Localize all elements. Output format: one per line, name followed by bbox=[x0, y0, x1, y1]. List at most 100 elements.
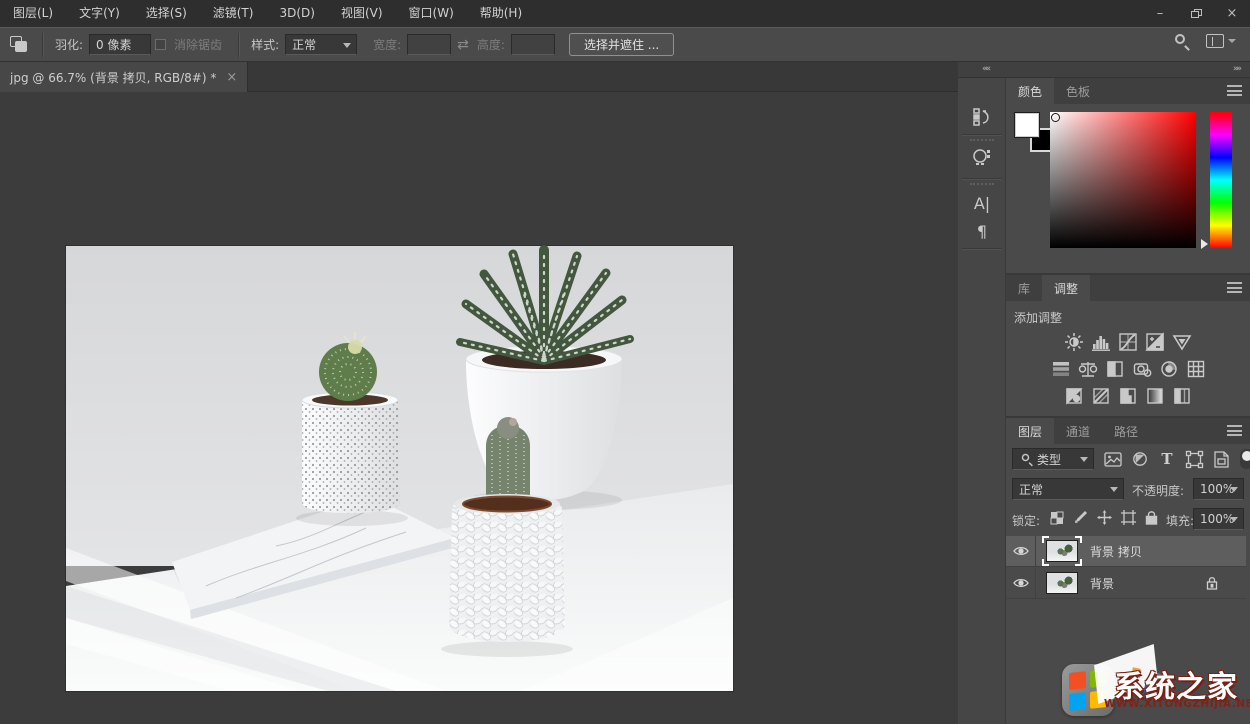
foreground-background-swatches[interactable] bbox=[1014, 112, 1054, 152]
menu-bar: 图层(L) 文字(Y) 选择(S) 滤镜(T) 3D(D) 视图(V) 窗口(W… bbox=[0, 0, 535, 27]
collapse-dock-icon[interactable]: «« bbox=[982, 64, 989, 74]
layer-thumbnail[interactable] bbox=[1044, 571, 1080, 595]
width-input[interactable] bbox=[407, 34, 451, 55]
hue-slider-marker[interactable] bbox=[1201, 239, 1208, 249]
menu-filter[interactable]: 滤镜(T) bbox=[200, 0, 267, 27]
layer-row-background-copy[interactable]: 背景 拷贝 bbox=[1006, 536, 1246, 567]
brightness-contrast-icon[interactable] bbox=[1063, 331, 1085, 353]
color-balance-icon[interactable] bbox=[1077, 358, 1099, 380]
posterize-icon[interactable] bbox=[1090, 385, 1112, 407]
divider bbox=[42, 33, 43, 57]
menu-view[interactable]: 视图(V) bbox=[328, 0, 396, 27]
tab-channels[interactable]: 通道 bbox=[1054, 418, 1102, 444]
layer-thumbnail[interactable] bbox=[1044, 539, 1080, 563]
history-panel-icon[interactable] bbox=[958, 102, 1006, 132]
expand-dock-icon[interactable]: »» bbox=[1233, 64, 1240, 74]
lock-transparent-icon[interactable] bbox=[1050, 511, 1064, 528]
shape-layer-filter-icon[interactable] bbox=[1183, 448, 1205, 470]
tab-paths[interactable]: 路径 bbox=[1102, 418, 1150, 444]
menu-3d[interactable]: 3D(D) bbox=[266, 0, 327, 27]
antialias-checkbox[interactable] bbox=[155, 39, 166, 50]
marquee-tool-preset-icon[interactable] bbox=[10, 36, 32, 54]
layer-filter-toggle[interactable] bbox=[1240, 449, 1250, 469]
close-icon[interactable]: × bbox=[226, 70, 237, 85]
height-input[interactable] bbox=[511, 34, 555, 55]
adjustment-layer-filter-icon[interactable] bbox=[1129, 448, 1151, 470]
lock-artboard-icon[interactable] bbox=[1121, 510, 1136, 528]
tab-libraries[interactable]: 库 bbox=[1006, 275, 1042, 301]
saturation-brightness-field[interactable] bbox=[1050, 112, 1196, 248]
menu-window[interactable]: 窗口(W) bbox=[396, 0, 467, 27]
chevron-down-icon bbox=[1080, 457, 1088, 462]
layer-name[interactable]: 背景 拷贝 bbox=[1090, 543, 1142, 560]
color-panel-tabs: 颜色 色板 bbox=[1006, 78, 1250, 104]
style-dropdown[interactable]: 正常 bbox=[285, 34, 357, 55]
hue-slider[interactable] bbox=[1210, 112, 1232, 248]
exposure-icon[interactable] bbox=[1144, 331, 1166, 353]
layer-filter-kind-dropdown[interactable]: 类型 bbox=[1012, 448, 1094, 470]
tab-layers[interactable]: 图层 bbox=[1006, 418, 1054, 444]
layer-name[interactable]: 背景 bbox=[1090, 575, 1114, 592]
panel-grip[interactable] bbox=[970, 183, 994, 185]
selective-color-icon[interactable] bbox=[1171, 385, 1193, 407]
minimize-icon[interactable]: – bbox=[1142, 0, 1178, 27]
panel-menu-icon[interactable] bbox=[1227, 425, 1242, 436]
document-tab-strip: jpg @ 66.7% (背景 拷贝, RGB/8#) * × bbox=[0, 62, 958, 92]
glyphs-panel-icon[interactable] bbox=[958, 142, 1006, 172]
photo-filter-icon[interactable] bbox=[1131, 358, 1153, 380]
document-tab[interactable]: jpg @ 66.7% (背景 拷贝, RGB/8#) * × bbox=[0, 62, 248, 92]
title-bar: 图层(L) 文字(Y) 选择(S) 滤镜(T) 3D(D) 视图(V) 窗口(W… bbox=[0, 0, 1250, 27]
lock-pixels-icon[interactable] bbox=[1073, 510, 1088, 528]
channel-mixer-icon[interactable] bbox=[1158, 358, 1180, 380]
lock-all-icon[interactable] bbox=[1145, 510, 1158, 528]
menu-layer[interactable]: 图层(L) bbox=[0, 0, 66, 27]
canvas-photo[interactable] bbox=[66, 246, 733, 691]
curves-icon[interactable] bbox=[1117, 331, 1139, 353]
gradient-map-icon[interactable] bbox=[1144, 385, 1166, 407]
panel-menu-icon[interactable] bbox=[1227, 282, 1242, 293]
fill-value[interactable]: 100% bbox=[1193, 508, 1244, 530]
lock-position-icon[interactable] bbox=[1097, 510, 1112, 528]
restore-icon[interactable] bbox=[1178, 0, 1214, 27]
feather-input[interactable]: 0 像素 bbox=[89, 34, 151, 55]
black-white-icon[interactable] bbox=[1104, 358, 1126, 380]
panel-menu-icon[interactable] bbox=[1227, 85, 1242, 96]
workspace-switcher[interactable] bbox=[1206, 34, 1236, 48]
opacity-value[interactable]: 100% bbox=[1193, 478, 1244, 500]
fill-label: 填充: bbox=[1166, 512, 1194, 529]
vibrance-icon[interactable] bbox=[1171, 331, 1193, 353]
swap-width-height-icon[interactable]: ⇄ bbox=[457, 37, 469, 53]
visibility-eye-icon[interactable] bbox=[1006, 568, 1036, 599]
menu-select[interactable]: 选择(S) bbox=[133, 0, 200, 27]
menu-help[interactable]: 帮助(H) bbox=[467, 0, 535, 27]
threshold-icon[interactable] bbox=[1117, 385, 1139, 407]
collapsed-panel-strip: A| ¶ bbox=[958, 78, 1006, 724]
menu-type[interactable]: 文字(Y) bbox=[66, 0, 133, 27]
lock-badge-icon bbox=[1206, 576, 1218, 593]
panel-grip[interactable] bbox=[970, 139, 994, 141]
blend-mode-dropdown[interactable]: 正常 bbox=[1012, 478, 1124, 500]
color-picker-marker[interactable] bbox=[1051, 113, 1060, 122]
color-lookup-icon[interactable] bbox=[1185, 358, 1207, 380]
tab-color[interactable]: 颜色 bbox=[1006, 78, 1054, 104]
search-icon[interactable] bbox=[1174, 33, 1190, 49]
foreground-color-swatch[interactable] bbox=[1014, 112, 1040, 138]
levels-icon[interactable] bbox=[1090, 331, 1112, 353]
tab-swatches[interactable]: 色板 bbox=[1054, 78, 1102, 104]
paragraph-panel-icon[interactable]: ¶ bbox=[958, 216, 1006, 246]
canvas-area[interactable] bbox=[0, 92, 958, 724]
layers-panel: 类型 T bbox=[1006, 444, 1250, 724]
close-icon[interactable]: × bbox=[1214, 0, 1250, 27]
tab-adjustments[interactable]: 调整 bbox=[1042, 275, 1090, 301]
type-layer-filter-icon[interactable]: T bbox=[1156, 448, 1178, 470]
options-bar: 羽化: 0 像素 消除锯齿 样式: 正常 宽度: ⇄ 高度: 选择并遮住 ... bbox=[0, 27, 1250, 62]
character-panel-icon[interactable]: A| bbox=[958, 188, 1006, 218]
visibility-eye-icon[interactable] bbox=[1006, 536, 1036, 567]
pixel-layer-filter-icon[interactable] bbox=[1102, 448, 1124, 470]
hue-saturation-icon[interactable] bbox=[1050, 358, 1072, 380]
invert-icon[interactable] bbox=[1063, 385, 1085, 407]
select-and-mask-button[interactable]: 选择并遮住 ... bbox=[569, 33, 674, 56]
adjustments-panel-tabs: 库 调整 bbox=[1006, 275, 1250, 301]
layer-row-background[interactable]: 背景 bbox=[1006, 568, 1246, 599]
smart-object-filter-icon[interactable] bbox=[1210, 448, 1232, 470]
